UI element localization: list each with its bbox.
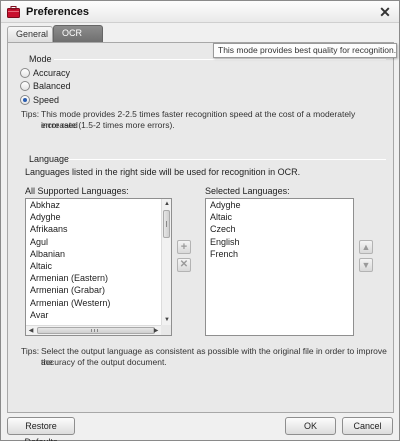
radio-speed[interactable]: Speed bbox=[20, 94, 59, 106]
move-up-icon[interactable]: ▲ bbox=[359, 240, 373, 254]
title-bar: Preferences ✕ bbox=[1, 1, 399, 23]
dialog-title: Preferences bbox=[26, 6, 89, 18]
list-item[interactable]: Adyghe bbox=[26, 211, 171, 223]
preferences-dialog: Preferences ✕ General OCR Mode Accuracy … bbox=[0, 0, 400, 441]
scroll-right-icon[interactable]: ▶ bbox=[151, 326, 161, 335]
list-item[interactable]: French bbox=[206, 248, 353, 260]
list-item[interactable]: Abkhaz bbox=[26, 199, 171, 211]
vertical-scrollbar[interactable]: ▲ ▼ bbox=[161, 199, 171, 325]
list-item[interactable]: Altaic bbox=[206, 211, 353, 223]
mode-tips: Tips: This mode provides 2-2.5 times fas… bbox=[21, 109, 391, 133]
close-icon[interactable]: ✕ bbox=[377, 4, 393, 20]
list-item[interactable]: Adyghe bbox=[206, 199, 353, 211]
language-tips: Tips: Select the output language as cons… bbox=[21, 346, 391, 370]
horizontal-scrollbar[interactable]: ◀ ▶ bbox=[26, 325, 161, 335]
move-down-icon[interactable]: ▼ bbox=[359, 258, 373, 272]
language-group-title: Language bbox=[29, 154, 70, 164]
radio-balanced[interactable]: Balanced bbox=[20, 80, 71, 92]
tab-ocr[interactable]: OCR bbox=[53, 25, 103, 42]
all-languages-label: All Supported Languages: bbox=[25, 186, 129, 196]
selected-languages-list[interactable]: Adyghe Altaic Czech English French bbox=[205, 198, 354, 336]
restore-defaults-button[interactable]: Restore Defaults bbox=[7, 417, 75, 441]
radio-button[interactable] bbox=[20, 81, 30, 91]
language-divider bbox=[68, 159, 386, 160]
radio-accuracy[interactable]: Accuracy bbox=[20, 67, 70, 79]
mode-tooltip: This mode provides best quality for reco… bbox=[213, 43, 397, 58]
list-item[interactable]: Avar bbox=[26, 309, 171, 321]
mode-tips-line2: error rate (1.5-2 times more errors). bbox=[41, 120, 175, 130]
ocr-panel: Mode Accuracy Balanced Speed Tips: This … bbox=[7, 42, 394, 413]
add-language-icon[interactable]: + bbox=[177, 240, 191, 254]
scroll-down-icon[interactable]: ▼ bbox=[162, 315, 171, 325]
cancel-button[interactable]: Cancel bbox=[342, 417, 393, 435]
scroll-up-icon[interactable]: ▲ bbox=[162, 199, 171, 209]
radio-button-selected[interactable] bbox=[20, 95, 30, 105]
scroll-thumb[interactable] bbox=[163, 210, 170, 238]
all-languages-items: Abkhaz Adyghe Afrikaans Agul Albanian Altaic A… bbox=[26, 199, 171, 321]
selected-languages-label: Selected Languages: bbox=[205, 186, 290, 196]
list-item[interactable]: Armenian (Grabar) bbox=[26, 284, 171, 296]
language-tips-line2: accuracy of the output document. bbox=[41, 357, 167, 367]
radio-label-speed: Speed bbox=[33, 95, 60, 105]
mode-divider bbox=[54, 59, 386, 60]
list-item[interactable]: Czech bbox=[206, 223, 353, 235]
scroll-thumb[interactable] bbox=[37, 327, 155, 334]
language-description: Languages listed in the right side will … bbox=[25, 167, 301, 177]
mode-group-title: Mode bbox=[29, 54, 52, 64]
list-item[interactable]: English bbox=[206, 236, 353, 248]
ok-button[interactable]: OK bbox=[285, 417, 336, 435]
mode-tips-label: Tips: bbox=[21, 109, 40, 119]
scroll-corner bbox=[161, 325, 171, 335]
list-item[interactable]: Armenian (Western) bbox=[26, 297, 171, 309]
briefcase-icon bbox=[7, 6, 20, 18]
list-item[interactable]: Agul bbox=[26, 236, 171, 248]
tab-general[interactable]: General bbox=[7, 26, 53, 42]
list-item[interactable]: Altaic bbox=[26, 260, 171, 272]
language-tips-label: Tips: bbox=[21, 346, 40, 356]
radio-label-accuracy: Accuracy bbox=[33, 68, 71, 78]
list-item[interactable]: Afrikaans bbox=[26, 223, 171, 235]
selected-languages-items: Adyghe Altaic Czech English French bbox=[206, 199, 353, 260]
list-item[interactable]: Armenian (Eastern) bbox=[26, 272, 171, 284]
radio-label-balanced: Balanced bbox=[33, 81, 71, 91]
all-languages-list[interactable]: Abkhaz Adyghe Afrikaans Agul Albanian Altaic A… bbox=[25, 198, 172, 336]
list-item[interactable]: Albanian bbox=[26, 248, 171, 260]
radio-button[interactable] bbox=[20, 68, 30, 78]
scroll-left-icon[interactable]: ◀ bbox=[26, 326, 36, 335]
remove-language-icon[interactable]: ✕ bbox=[177, 258, 191, 272]
